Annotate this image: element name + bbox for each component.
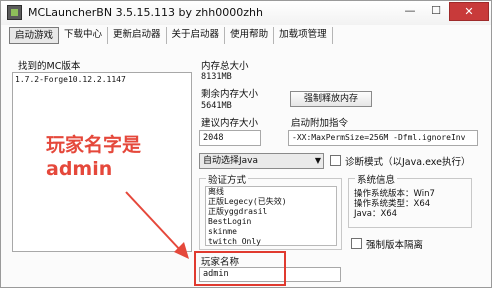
annotation-arrow (125, 191, 189, 259)
